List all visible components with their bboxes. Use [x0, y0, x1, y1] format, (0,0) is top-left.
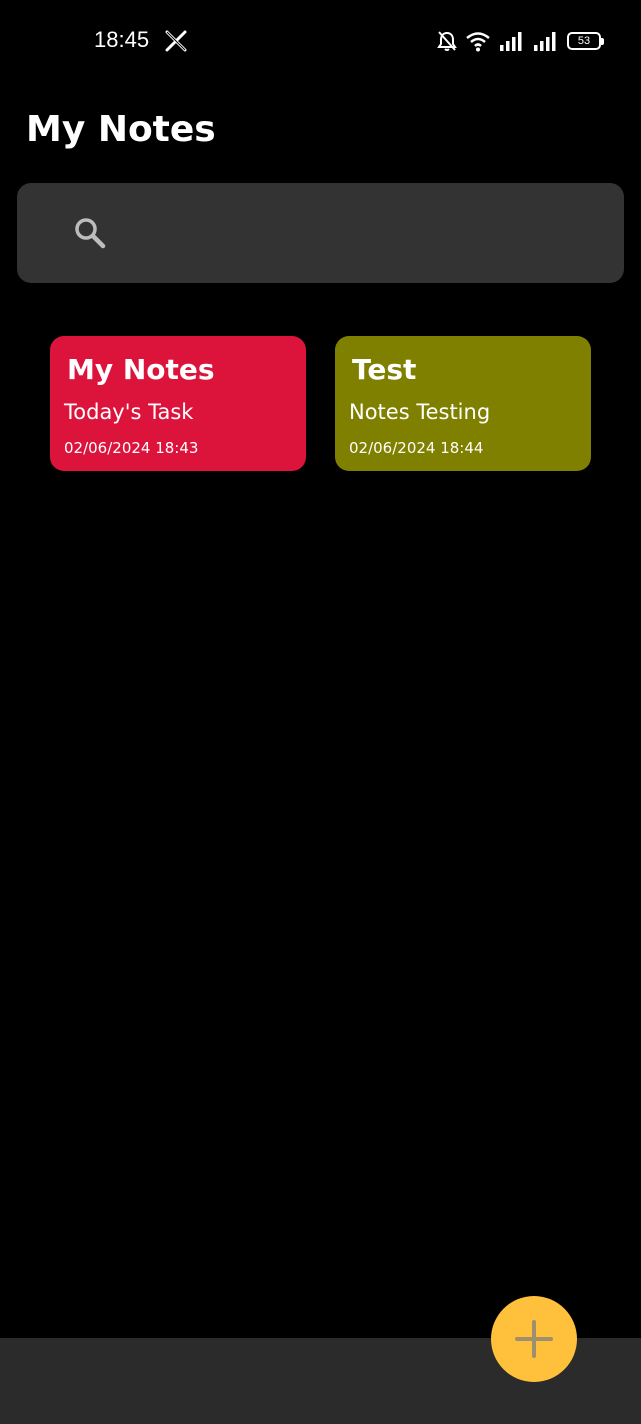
status-bar: 18:45 53 [0, 0, 641, 82]
note-date: 02/06/2024 18:44 [349, 439, 484, 457]
signal-icon [500, 32, 522, 51]
note-body: Notes Testing [349, 400, 491, 424]
x-logo-icon [165, 30, 187, 52]
add-note-button[interactable] [491, 1296, 577, 1382]
search-icon[interactable] [72, 215, 108, 251]
plus-icon [515, 1320, 553, 1358]
note-body: Today's Task [64, 400, 194, 424]
note-card[interactable]: My Notes Today's Task 02/06/2024 18:43 [50, 336, 306, 471]
note-title: My Notes [67, 353, 215, 386]
page-title: My Notes [26, 109, 216, 150]
search-input[interactable] [126, 208, 600, 260]
wifi-icon [466, 32, 490, 52]
status-time: 18:45 [94, 27, 150, 52]
bell-off-icon [437, 31, 457, 51]
signal-icon [534, 32, 556, 51]
status-icons: 53 [437, 28, 604, 54]
battery-level: 53 [577, 35, 591, 47]
note-card[interactable]: Test Notes Testing 02/06/2024 18:44 [335, 336, 591, 471]
battery-icon: 53 [567, 32, 604, 50]
note-title: Test [352, 353, 417, 386]
note-date: 02/06/2024 18:43 [64, 439, 199, 457]
